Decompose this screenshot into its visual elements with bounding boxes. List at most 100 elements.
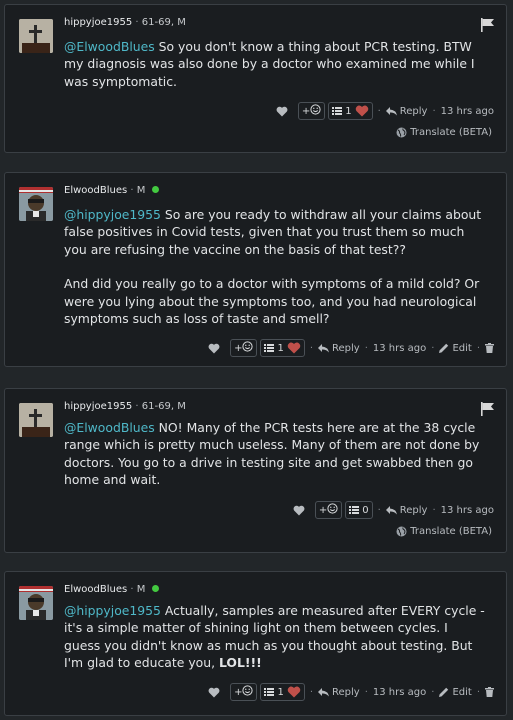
meta-separator: · (130, 584, 134, 595)
list-icon (264, 343, 275, 353)
add-reaction-button[interactable]: + (314, 501, 343, 519)
meta-separator: · (130, 185, 134, 196)
comment-body: @ElwoodBlues So you don't know a thing a… (64, 38, 486, 90)
username[interactable]: hippyjoe1955 (64, 401, 132, 412)
heart-outline-icon[interactable] (205, 683, 223, 701)
avatar[interactable] (19, 19, 53, 53)
comment-actions: + 1 · Reply · 13 hrs ago · Edit · (205, 338, 494, 358)
add-reaction-button[interactable]: + (230, 339, 258, 357)
reply-icon[interactable] (385, 505, 397, 515)
reactions-button[interactable]: 1 (260, 683, 305, 701)
flag-icon[interactable] (480, 401, 496, 420)
comment-card: ElwoodBlues · M @hippyjoe1955 So are you… (4, 172, 507, 367)
add-reaction-button[interactable]: + (230, 683, 258, 701)
trash-icon[interactable] (485, 687, 494, 697)
trash-icon[interactable] (485, 343, 494, 353)
username[interactable]: hippyjoe1955 (64, 17, 132, 28)
user-details: 61-69, M (141, 17, 186, 28)
reply-icon[interactable] (385, 106, 397, 116)
plus-label: + (234, 686, 243, 698)
online-dot-icon (151, 186, 159, 193)
reply-button[interactable]: Reply (400, 505, 428, 516)
separator-dot: · (432, 105, 436, 117)
user-details: M (136, 584, 146, 595)
reactions-button[interactable]: 0 (345, 501, 373, 519)
smiley-icon (310, 104, 321, 118)
translate-label: Translate (BETA) (410, 127, 492, 138)
reactions-button[interactable]: 1 (328, 102, 373, 120)
reply-button[interactable]: Reply (400, 106, 428, 117)
smiley-icon (242, 685, 254, 699)
smiley-icon (327, 503, 338, 517)
timestamp[interactable]: 13 hrs ago (441, 505, 494, 516)
reactions-button[interactable]: 1 (260, 339, 305, 357)
separator-dot: · (476, 686, 480, 698)
online-dot-icon (151, 585, 159, 592)
translate-label: Translate (BETA) (410, 526, 492, 537)
reply-icon[interactable] (318, 687, 330, 697)
vote-count: 1 (277, 686, 284, 698)
heart-outline-icon[interactable] (290, 501, 308, 519)
add-reaction-button[interactable]: + (297, 102, 326, 120)
avatar[interactable] (19, 187, 53, 221)
username[interactable]: ElwoodBlues (64, 185, 127, 196)
separator-dot: · (431, 686, 435, 698)
list-icon (332, 106, 343, 116)
mention-link[interactable]: @hippyjoe1955 (64, 207, 161, 222)
username[interactable]: ElwoodBlues (64, 584, 127, 595)
separator-dot: · (377, 105, 381, 117)
meta-separator: · (135, 17, 139, 28)
pencil-icon[interactable] (439, 687, 449, 697)
separator-dot: · (309, 686, 314, 698)
list-icon (264, 687, 275, 697)
comment-card: hippyjoe1955 · 61-69, M @ElwoodBlues NO!… (4, 388, 507, 553)
vote-count: 0 (362, 504, 369, 516)
timestamp[interactable]: 13 hrs ago (441, 106, 494, 117)
comment-body: @ElwoodBlues NO! Many of the PCR tests h… (64, 419, 486, 489)
heart-outline-icon[interactable] (205, 339, 223, 357)
separator-dot: · (432, 504, 436, 516)
mention-link[interactable]: @ElwoodBlues (64, 39, 155, 54)
reply-icon[interactable] (318, 343, 330, 353)
comment-card: hippyjoe1955 · 61-69, M @ElwoodBlues So … (4, 4, 507, 153)
separator-dot: · (476, 342, 480, 354)
user-details: 61-69, M (141, 401, 186, 412)
vote-count: 1 (277, 342, 284, 354)
plus-label: + (301, 105, 311, 117)
edit-button[interactable]: Edit (452, 687, 471, 698)
reply-button[interactable]: Reply (332, 687, 360, 698)
comment-body: @hippyjoe1955 So are you ready to withdr… (64, 206, 486, 327)
reply-button[interactable]: Reply (332, 343, 360, 354)
flag-icon[interactable] (480, 17, 496, 36)
comment-actions: + 0 · Reply · 13 hrs ago (290, 500, 494, 520)
globe-icon (396, 127, 407, 138)
heart-icon (355, 105, 369, 117)
timestamp[interactable]: 13 hrs ago (373, 687, 426, 698)
user-details: M (136, 185, 146, 196)
pencil-icon[interactable] (439, 343, 449, 353)
translate-link[interactable]: Translate (BETA) (396, 526, 492, 537)
separator-dot: · (309, 342, 314, 354)
heart-icon (287, 686, 301, 698)
separator-dot: · (364, 342, 368, 354)
separator-dot: · (377, 504, 381, 516)
separator-dot: · (364, 686, 368, 698)
mention-link[interactable]: @ElwoodBlues (64, 420, 155, 435)
heart-icon (287, 342, 301, 354)
timestamp[interactable]: 13 hrs ago (373, 343, 426, 354)
comment-actions: + 1 · Reply · 13 hrs ago · Edit · (205, 682, 494, 702)
comment-meta: ElwoodBlues · M (64, 185, 159, 196)
separator-dot: · (431, 342, 435, 354)
comment-card: ElwoodBlues · M @hippyjoe1955 Actually, … (4, 571, 507, 716)
edit-button[interactable]: Edit (452, 343, 471, 354)
plus-label: + (318, 504, 328, 516)
comment-text-bold: LOL!!! (218, 655, 262, 671)
avatar[interactable] (19, 586, 53, 620)
avatar[interactable] (19, 403, 53, 437)
comment-meta: hippyjoe1955 · 61-69, M (64, 17, 186, 28)
mention-link[interactable]: @hippyjoe1955 (64, 603, 161, 618)
smiley-icon (242, 341, 254, 355)
comment-body: @hippyjoe1955 Actually, samples are meas… (64, 602, 486, 672)
heart-outline-icon[interactable] (273, 102, 291, 120)
translate-link[interactable]: Translate (BETA) (396, 127, 492, 138)
